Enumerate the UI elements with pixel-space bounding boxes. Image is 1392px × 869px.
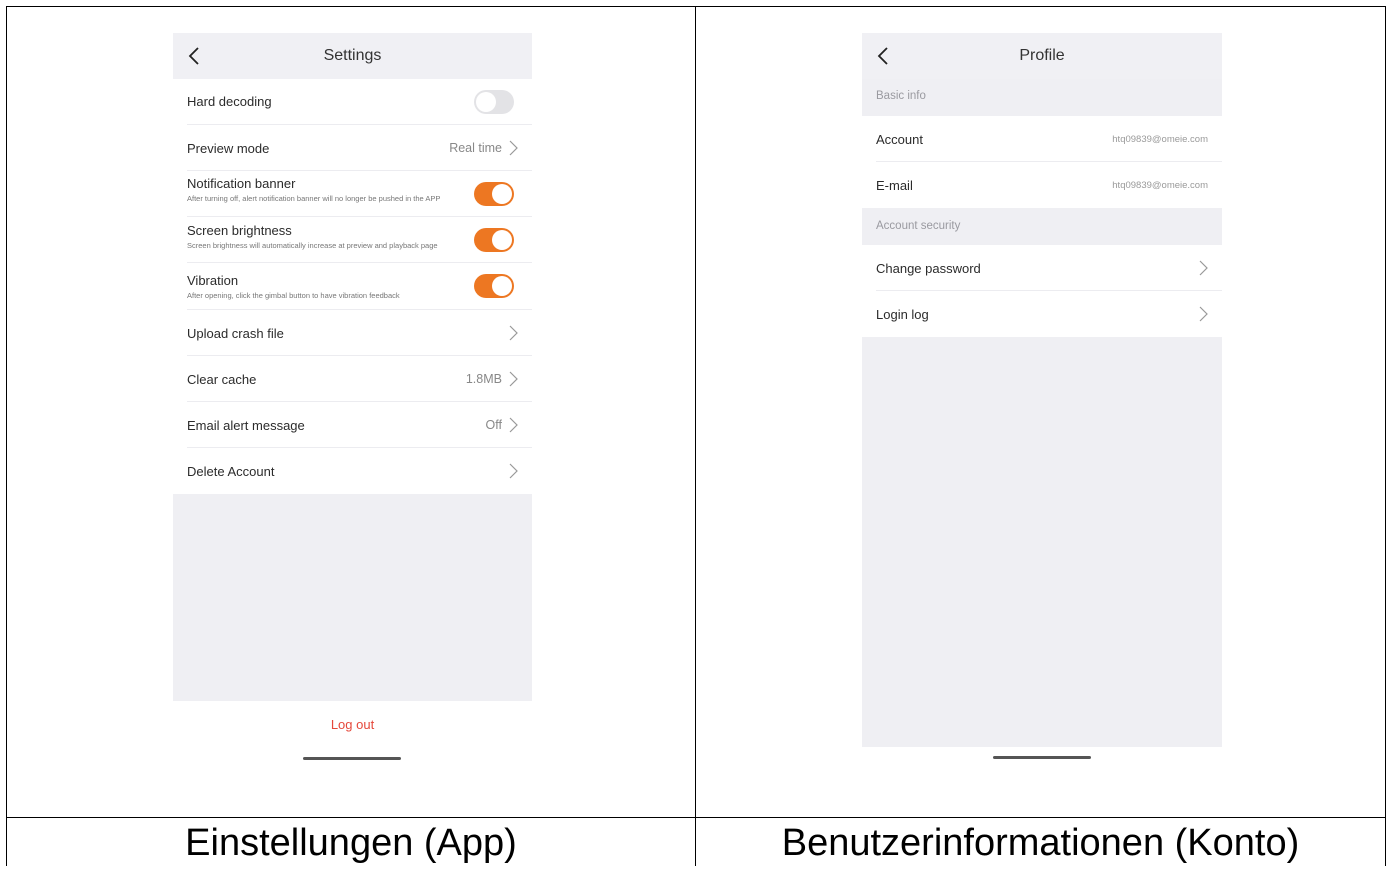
chevron-right-icon [509, 463, 518, 479]
chevron-right-icon [509, 417, 518, 433]
screen-brightness-description: Screen brightness will automatically inc… [187, 241, 438, 250]
setting-row-vibration: Vibration After opening, click the gimba… [173, 263, 532, 310]
empty-area [173, 494, 532, 701]
caption-profile: Benutzerinformationen (Konto) [781, 822, 1300, 864]
account-value: htq09839@omeie.com [1112, 134, 1208, 145]
clear-cache-value: 1.8MB [465, 372, 502, 386]
profile-screen: Profile Basic info Account htq09839@omei… [862, 33, 1222, 778]
setting-row-upload-crash-file[interactable]: Upload crash file [173, 310, 532, 356]
notification-banner-description: After turning off, alert notification ba… [187, 194, 441, 203]
basic-info-title: Basic info [876, 90, 926, 102]
home-indicator [303, 757, 401, 760]
profile-row-change-password[interactable]: Change password [862, 245, 1222, 291]
preview-mode-value: Real time [449, 141, 502, 155]
screen-brightness-label: Screen brightness [187, 223, 292, 238]
profile-row-email: E-mail htq09839@omeie.com [862, 162, 1222, 208]
vibration-toggle[interactable] [474, 274, 514, 298]
email-value: htq09839@omeie.com [1112, 180, 1208, 191]
hard-decoding-toggle[interactable] [474, 90, 514, 114]
email-label: E-mail [876, 178, 913, 193]
upload-crash-file-label: Upload crash file [187, 326, 284, 341]
hard-decoding-label: Hard decoding [187, 94, 272, 109]
chevron-right-icon [1199, 306, 1208, 322]
toggle-knob [476, 92, 496, 112]
setting-row-delete-account[interactable]: Delete Account [173, 448, 532, 494]
setting-row-preview-mode[interactable]: Preview mode Real time [173, 125, 532, 171]
email-alert-label: Email alert message [187, 418, 305, 433]
toggle-knob [492, 276, 512, 296]
email-alert-value: Off [485, 418, 502, 432]
account-security-title: Account security [876, 220, 961, 232]
settings-topbar: Settings [173, 33, 532, 79]
notification-banner-label: Notification banner [187, 176, 296, 191]
section-header-account-security: Account security [862, 208, 1222, 245]
profile-row-login-log[interactable]: Login log [862, 291, 1222, 337]
logout-button[interactable]: Log out [173, 717, 532, 732]
account-label: Account [876, 132, 923, 147]
empty-area [862, 337, 1222, 747]
chevron-right-icon [509, 371, 518, 387]
vibration-description: After opening, click the gimbal button t… [187, 291, 400, 300]
section-header-basic-info: Basic info [862, 79, 1222, 116]
page-title: Profile [1019, 47, 1065, 64]
profile-row-account: Account htq09839@omeie.com [862, 116, 1222, 162]
chevron-right-icon [509, 140, 518, 156]
setting-row-email-alert[interactable]: Email alert message Off [173, 402, 532, 448]
vibration-label: Vibration [187, 273, 239, 288]
screen-brightness-toggle[interactable] [474, 228, 514, 252]
setting-row-notification-banner: Notification banner After turning off, a… [173, 171, 532, 217]
caption-settings: Einstellungen (App) [185, 822, 517, 864]
setting-row-screen-brightness: Screen brightness Screen brightness will… [173, 217, 532, 263]
settings-screen: Settings Hard decoding Preview mode Real… [173, 33, 532, 778]
profile-topbar: Profile [862, 33, 1222, 79]
delete-account-label: Delete Account [187, 464, 275, 479]
setting-row-clear-cache[interactable]: Clear cache 1.8MB [173, 356, 532, 402]
home-indicator [993, 756, 1091, 759]
chevron-right-icon [1199, 260, 1208, 276]
notification-banner-toggle[interactable] [474, 182, 514, 206]
page-title: Settings [323, 47, 382, 64]
change-password-label: Change password [876, 261, 981, 276]
login-log-label: Login log [876, 307, 929, 322]
clear-cache-label: Clear cache [187, 372, 257, 387]
chevron-right-icon [509, 325, 518, 341]
setting-row-hard-decoding: Hard decoding [173, 79, 532, 125]
toggle-knob [492, 230, 512, 250]
toggle-knob [492, 184, 512, 204]
preview-mode-label: Preview mode [187, 141, 270, 156]
